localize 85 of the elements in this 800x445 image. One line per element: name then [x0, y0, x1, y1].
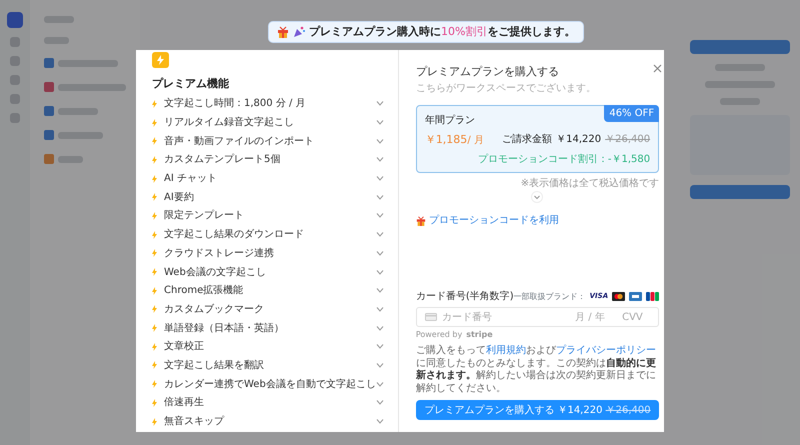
original-price: ￥26,400 — [605, 133, 650, 148]
lightning-icon — [152, 193, 157, 202]
lightning-icon — [152, 212, 157, 220]
feature-row[interactable]: Web会議の文字起こし — [152, 262, 384, 282]
stripe-logo: stripe — [466, 329, 493, 341]
promo-code-link[interactable]: プロモーションコードを利用 — [416, 213, 660, 228]
banner-text: プレミアムプラン購入時に10%割引 をご提供します。 — [309, 24, 576, 40]
feature-row[interactable]: リアルタイム録音文字起こし — [152, 113, 384, 132]
feature-row[interactable]: 倍速再生 — [152, 394, 384, 412]
billing-amount: ￥14,220 — [556, 133, 602, 148]
lightning-icon — [152, 268, 157, 276]
feature-row[interactable]: 音声・動画ファイルのインポート — [152, 132, 384, 151]
lightning-icon — [152, 156, 157, 164]
features-title: プレミアム機能 — [152, 76, 230, 92]
lightning-icon — [152, 137, 157, 146]
chevron-icon — [376, 382, 384, 387]
tax-note: ※表示価格は全て税込価格です — [520, 176, 660, 191]
feature-row[interactable]: カスタムブックマーク — [152, 300, 384, 319]
brands-label: 一部取扱ブランド： — [514, 290, 586, 302]
chevron-icon — [376, 326, 384, 331]
feature-row[interactable]: 限定テンプレート — [152, 206, 384, 226]
lightning-icon — [152, 230, 157, 239]
feature-row[interactable]: クラウドストレージ連携 — [152, 244, 384, 263]
chevron-icon — [376, 157, 384, 162]
amex-icon — [629, 292, 642, 301]
lightning-icon — [157, 55, 164, 65]
feature-row[interactable]: AI要約 — [152, 188, 384, 207]
card-number-label: カード番号(半角数字) — [416, 290, 514, 304]
gift-icon — [416, 216, 426, 226]
chevron-icon — [376, 288, 384, 294]
card-icon — [424, 313, 437, 321]
chevron-icon — [376, 232, 384, 238]
lightning-icon — [152, 361, 157, 370]
discount-badge: 46% OFF — [604, 104, 660, 122]
feature-row[interactable]: 文字起こし結果を翻訳 — [152, 356, 384, 375]
chevron-icon — [376, 419, 384, 424]
billing-label: ご請求金額 — [502, 132, 552, 148]
feature-row[interactable]: 文章校正 — [152, 337, 384, 356]
chevron-icon — [376, 400, 384, 406]
chevron-icon — [376, 120, 384, 126]
chevron-icon — [376, 138, 384, 144]
feature-row[interactable]: Chrome拡張機能 — [152, 281, 384, 300]
lightning-icon — [152, 174, 157, 183]
terms-link[interactable]: プライバシーポリシー — [556, 345, 656, 356]
feature-row[interactable]: 文字起こし時間：1,800 分 / 月 — [152, 94, 384, 114]
dialog-subtitle: こちらがワークスペースでございます。 — [416, 82, 597, 96]
chevron-icon — [376, 270, 384, 275]
lightning-icon — [152, 118, 157, 127]
party-popper-icon — [293, 26, 305, 38]
chevron-icon — [376, 344, 384, 350]
terms-text: ご購入をもって利用規約およびプライバシーポリシー に同意したものとみなします。この契約は自動的に更新されます。解約したい場合は次の契約更新日までに解約してください。 — [416, 345, 657, 395]
promo-discount: プロモーションコード割引：-￥1,580 — [478, 154, 650, 165]
lightning-icon — [152, 305, 157, 314]
terms-link[interactable]: 利用規約 — [486, 345, 526, 356]
feature-row[interactable]: カスタムテンプレート5個 — [152, 150, 384, 170]
chevron-icon — [376, 176, 384, 182]
mastercard-icon — [612, 292, 626, 301]
lightning-icon — [152, 249, 157, 258]
feature-row[interactable]: カレンダー連携でWeb会議を自動で文字起こし — [152, 374, 384, 394]
chevron-icon — [376, 250, 384, 256]
jcb-icon — [646, 292, 660, 301]
chevron-icon — [376, 306, 384, 312]
lightning-icon — [152, 342, 157, 351]
close-icon[interactable] — [653, 64, 662, 73]
chevron-icon — [376, 362, 384, 368]
chevron-icon — [376, 101, 384, 106]
lightning-icon — [152, 380, 157, 388]
plan-card[interactable]: 46% OFF 年間プラン ￥1,185/ 月 ご請求金額 ￥14,220 ￥26,400 プロモーションコード割引：-￥1,580 — [416, 104, 660, 173]
lightning-icon — [152, 324, 157, 332]
feature-row[interactable]: 文字起こし結果のダウンロード — [152, 225, 384, 244]
dialog-title: プレミアムプランを購入する — [416, 64, 559, 80]
plan-price: ￥1,185/ 月 — [424, 132, 484, 148]
gift-icon — [277, 26, 289, 38]
lightning-icon — [152, 398, 157, 407]
feature-row[interactable]: 無音スキップ — [152, 412, 384, 431]
feature-row[interactable]: 単語登録（日本語・英語） — [152, 318, 384, 338]
chevron-icon — [376, 213, 384, 218]
lightning-icon — [152, 418, 157, 426]
lightning-icon — [152, 286, 157, 295]
expand-chevron-icon[interactable] — [531, 191, 544, 203]
powered-by-text: Powered by — [416, 329, 462, 341]
chevron-icon — [376, 194, 384, 200]
card-details-field[interactable]: カード番号 月 / 年 CVV — [416, 307, 660, 327]
lightning-icon — [152, 100, 157, 108]
feature-row[interactable]: AI チャット — [152, 169, 384, 188]
